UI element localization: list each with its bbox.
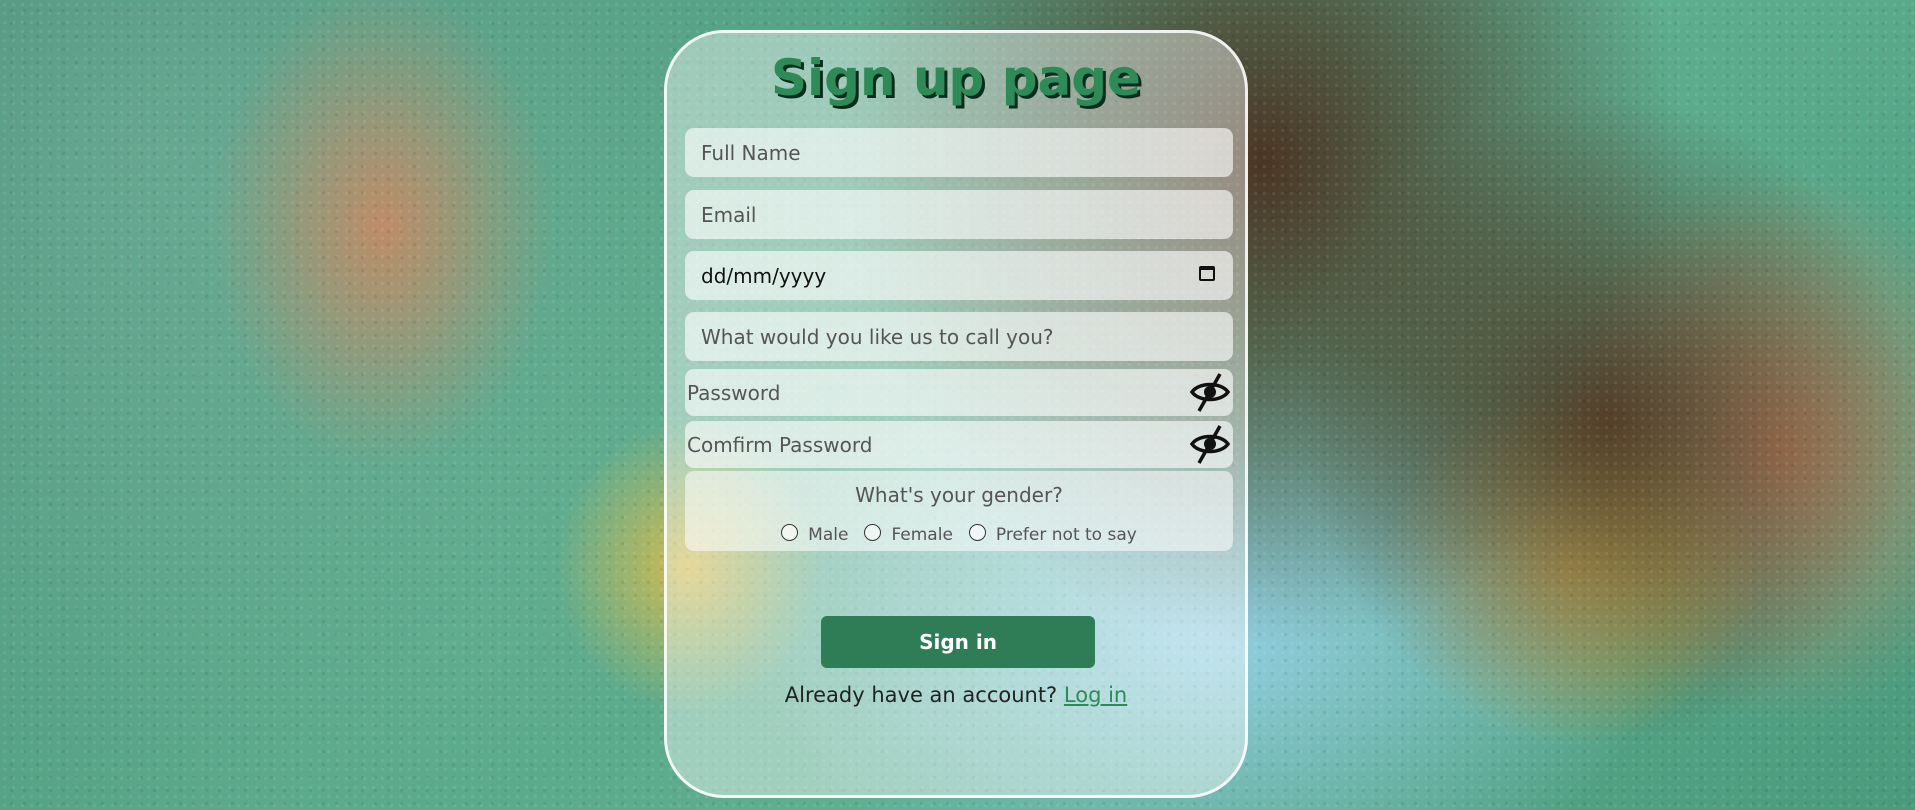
radio-female[interactable] (864, 523, 882, 541)
gender-option-unspecified[interactable]: Prefer not to say (968, 523, 1137, 545)
password-placeholder: Password (687, 380, 781, 405)
birthdate-value: dd/mm/yyyy (701, 263, 827, 288)
eye-slash-icon[interactable] (1189, 423, 1231, 465)
gender-label-female: Female (891, 525, 953, 545)
nickname-input[interactable]: What would you like us to call you? (685, 312, 1233, 361)
eye-slash-icon[interactable] (1189, 371, 1231, 413)
gender-options: Male Female Prefer not to say (685, 523, 1233, 545)
confirm-password-placeholder: Comfirm Password (687, 432, 873, 457)
radio-male[interactable] (781, 523, 799, 541)
full-name-placeholder: Full Name (701, 140, 801, 165)
birthdate-input[interactable]: dd/mm/yyyy (685, 251, 1233, 300)
confirm-password-input[interactable]: Comfirm Password (685, 421, 1233, 468)
email-placeholder: Email (701, 202, 757, 227)
sign-in-button[interactable]: Sign in (821, 616, 1095, 668)
signup-card: Sign up page Full Name Email dd/mm/yyyy … (664, 30, 1248, 798)
login-link[interactable]: Log in (1064, 683, 1127, 707)
gender-group: What's your gender? Male Female Prefer n… (685, 471, 1233, 551)
full-name-input[interactable]: Full Name (685, 128, 1233, 177)
nickname-placeholder: What would you like us to call you? (701, 324, 1054, 349)
login-prompt: Already have an account? (784, 683, 1058, 707)
calendar-icon[interactable] (1199, 266, 1215, 281)
gender-label-unspecified: Prefer not to say (995, 525, 1137, 545)
gender-label-male: Male (808, 525, 849, 545)
radio-unspecified[interactable] (968, 523, 986, 541)
gender-question: What's your gender? (855, 483, 1063, 507)
password-input[interactable]: Password (685, 369, 1233, 416)
gender-option-male[interactable]: Male (781, 523, 849, 545)
email-input[interactable]: Email (685, 190, 1233, 239)
login-prompt-line: Already have an account? Log in (667, 683, 1245, 707)
gender-option-female[interactable]: Female (864, 523, 953, 545)
page-title: Sign up page (771, 49, 1141, 107)
